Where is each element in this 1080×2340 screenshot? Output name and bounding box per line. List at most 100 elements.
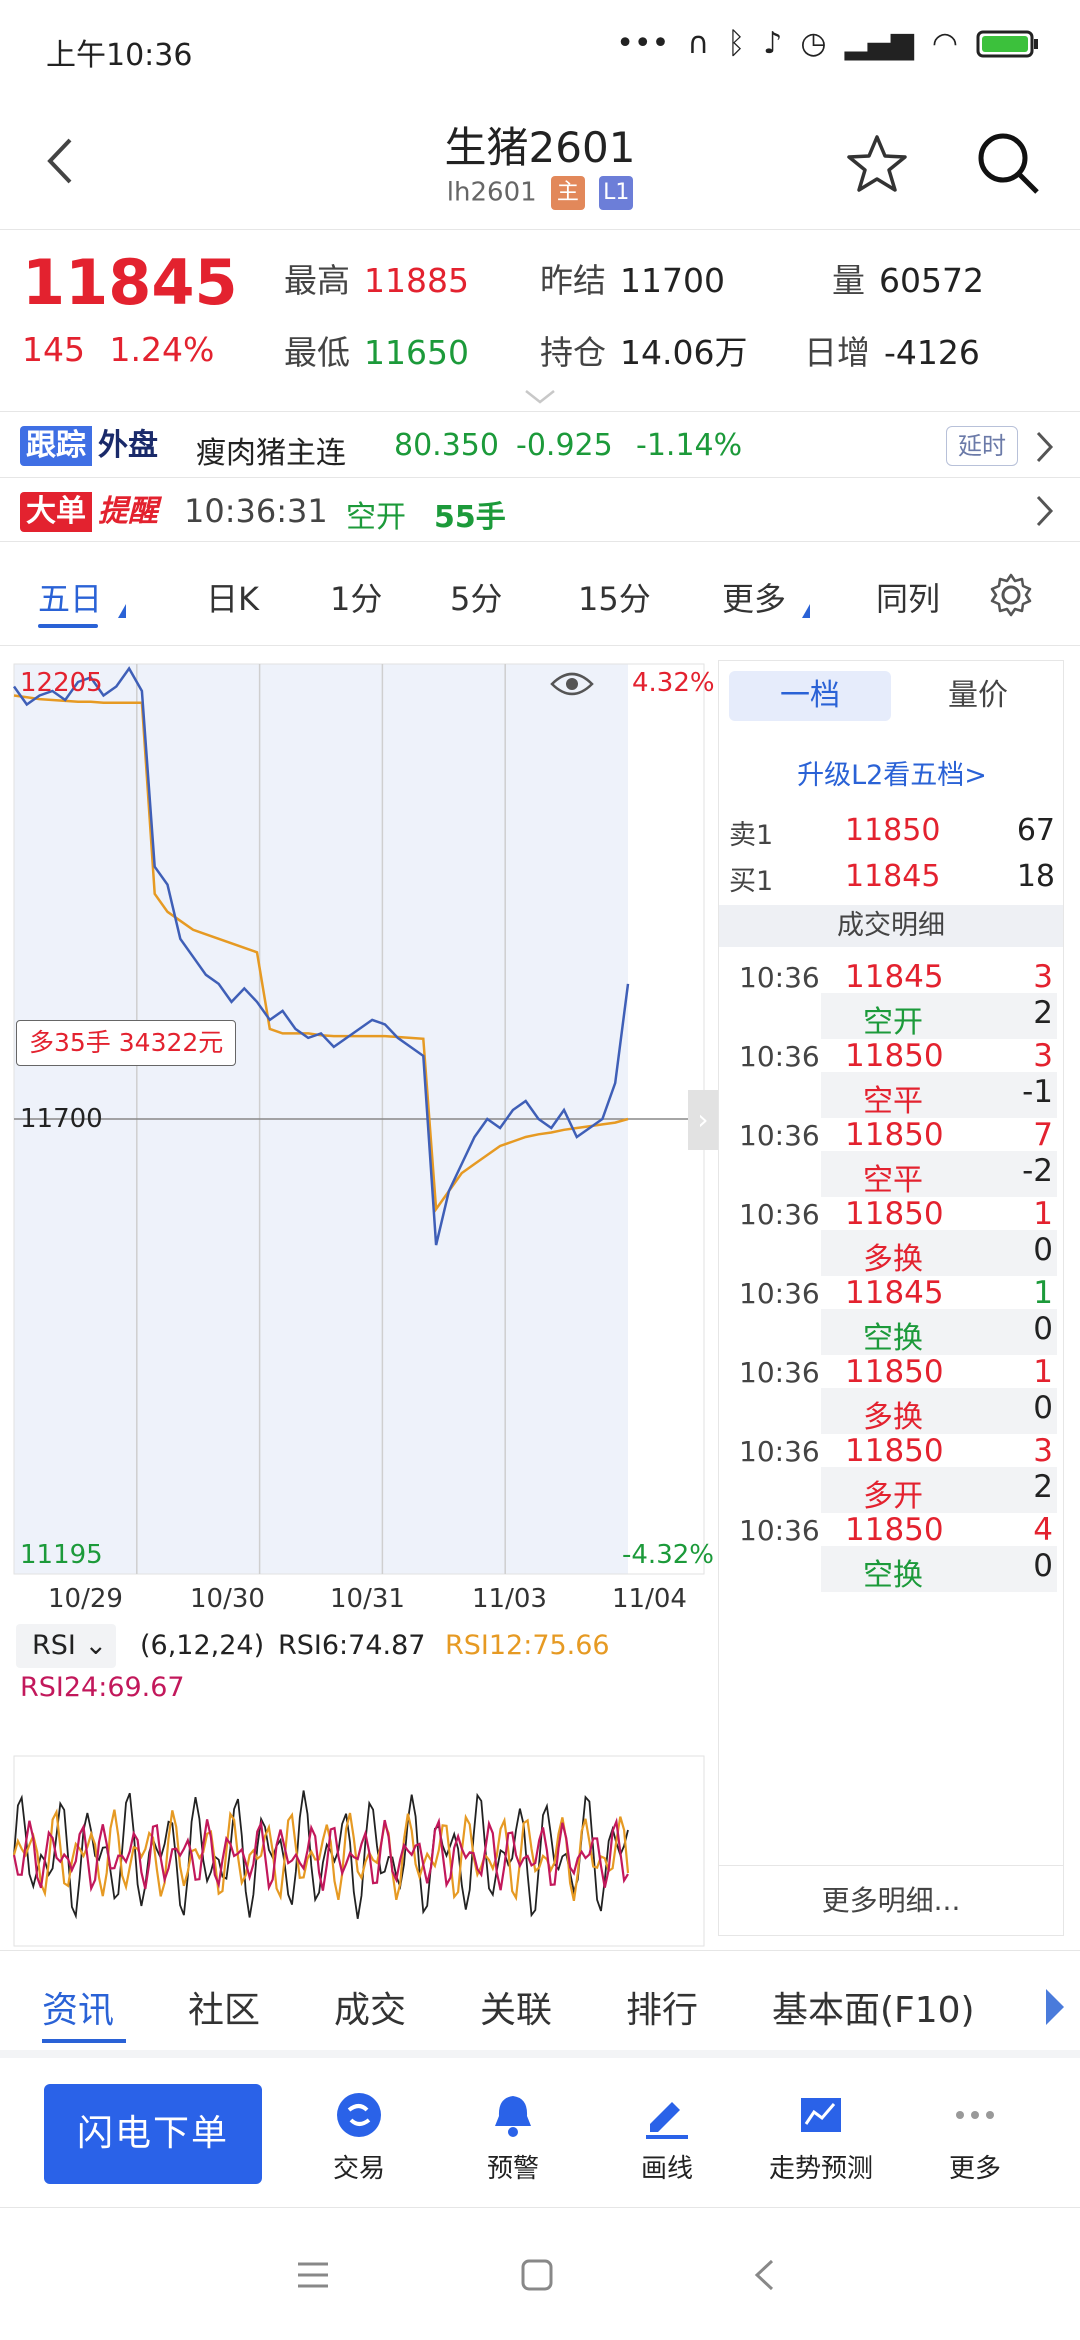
trade-type: 多开 — [863, 1479, 923, 1514]
tab-daily-k[interactable]: 日K — [206, 574, 259, 620]
x-date-label: 10/30 — [190, 1584, 265, 1614]
tab-more[interactable]: 更多 — [722, 574, 786, 620]
trade-oi-delta: 2 — [1033, 995, 1053, 1031]
prev-settle-label: 昨结 — [540, 261, 606, 300]
tab-news[interactable]: 资讯 — [42, 1981, 114, 2033]
trade-time: 10:36 — [739, 1356, 820, 1389]
rsi-params: (6,12,24) — [140, 1630, 265, 1661]
ticker-name: 瘦肉猪主连 — [196, 436, 346, 471]
forecast-button[interactable]: 走势预测 — [756, 2090, 886, 2185]
headphones-icon: ∩ — [687, 26, 710, 61]
search-button[interactable] — [975, 130, 1041, 196]
trade-oi-delta: 2 — [1033, 1469, 1053, 1505]
back-key-icon[interactable] — [752, 2258, 776, 2292]
page-title: 生猪2601 — [444, 123, 636, 172]
trade-type-bg — [821, 1546, 1057, 1592]
chevron-right-icon[interactable] — [1034, 430, 1054, 464]
ticker-change-percent: -1.14% — [636, 428, 743, 463]
y-axis-top: 12205 — [20, 668, 103, 698]
volume-value: 60572 — [879, 261, 984, 300]
eye-icon[interactable] — [550, 668, 594, 700]
indicator-name: RSI — [32, 1630, 76, 1661]
collapse-panel-button[interactable]: › — [688, 1090, 718, 1150]
upgrade-l2-link[interactable]: 升级L2看五档> — [719, 753, 1065, 792]
flash-order-button[interactable]: 闪电下单 — [44, 2084, 262, 2184]
tab-ranking[interactable]: 排行 — [626, 1981, 698, 2033]
tab-community[interactable]: 社区 — [188, 1981, 260, 2033]
tab-15min[interactable]: 15分 — [578, 574, 651, 620]
trade-label: 交易 — [332, 2154, 385, 2184]
menu-key-icon[interactable] — [296, 2260, 330, 2290]
trade-type: 多换 — [863, 1400, 923, 1435]
chevron-right-icon[interactable] — [1034, 494, 1054, 528]
level-tag: L1 — [599, 176, 634, 210]
trade-time: 10:36 — [739, 1514, 820, 1547]
active-tab-underline — [42, 2039, 126, 2043]
trade-volume: 1 — [1033, 1196, 1053, 1232]
tab-same-column[interactable]: 同列 — [876, 574, 940, 620]
trade-icon — [337, 2093, 381, 2137]
trade-time: 10:36 — [739, 1040, 820, 1073]
rsi-lines — [12, 1790, 630, 1920]
wifi-icon: ◠ — [931, 26, 958, 61]
intraday-five-day-chart[interactable] — [0, 660, 718, 1950]
alert-button[interactable]: 预警 — [448, 2090, 578, 2185]
trade-price: 11845 — [845, 1275, 944, 1311]
system-nav-bar — [0, 2210, 1080, 2340]
trade-oi-delta: -2 — [1022, 1153, 1053, 1189]
tab-volume-price[interactable]: 量价 — [897, 671, 1059, 721]
tab-related[interactable]: 关联 — [480, 1981, 552, 2033]
status-icons: ••• ∩ ᛒ ♪ ◷ ▂▄▆ ◠ — [616, 26, 1040, 61]
sell-row: 卖1 11850 67 — [719, 813, 1065, 859]
dropdown-triangle-icon — [802, 604, 810, 618]
order-book-panel: 一档 量价 升级L2看五档> 卖1 11850 67 买1 11845 18 成… — [718, 660, 1064, 1936]
x-date-label: 10/29 — [48, 1584, 123, 1614]
top-nav-bar: 生猪2601 lh2601 主 L1 — [0, 96, 1080, 230]
alarm-icon: ◷ — [800, 26, 827, 61]
status-bar: 上午10:36 ••• ∩ ᛒ ♪ ◷ ▂▄▆ ◠ — [0, 0, 1080, 96]
trade-price: 11850 — [845, 1354, 944, 1390]
tab-fundamentals[interactable]: 基本面(F10) — [772, 1981, 975, 2033]
more-details-link[interactable]: 更多明细... — [719, 1865, 1063, 1935]
draw-line-button[interactable]: 画线 — [602, 2090, 732, 2185]
quote-panel: 11845 145 1.24% 最高 11885 最低 11650 昨结 11700 … — [0, 232, 1080, 412]
trade-oi-delta: -1 — [1022, 1074, 1053, 1110]
pct-axis-top: 4.32% — [632, 668, 715, 698]
home-key-icon[interactable] — [520, 2258, 554, 2292]
favorite-star-button[interactable] — [845, 132, 909, 196]
trade-button[interactable]: 交易 — [294, 2090, 424, 2185]
trade-price: 11850 — [845, 1038, 944, 1074]
trade-type: 空开 — [863, 1005, 923, 1040]
trade-type: 空平 — [863, 1163, 923, 1198]
rsi6-value: RSI6:74.87 — [278, 1630, 426, 1661]
scroll-right-icon[interactable] — [1046, 1989, 1064, 2025]
low-value: 11650 — [364, 333, 469, 372]
position-tag[interactable]: 多35手 34322元 — [16, 1020, 237, 1066]
tab-five-day[interactable]: 五日 — [38, 574, 102, 620]
trade-volume: 7 — [1033, 1117, 1053, 1153]
trade-type: 空平 — [863, 1084, 923, 1119]
trade-type-bg — [821, 993, 1057, 1039]
tab-level-one[interactable]: 一档 — [729, 671, 891, 721]
more-button[interactable]: 更多 — [910, 2090, 1040, 2185]
draw-line-icon — [646, 2102, 688, 2139]
big-order-badge: 大单 提醒 — [20, 492, 164, 532]
tab-5min[interactable]: 5分 — [450, 574, 502, 620]
delayed-label: 延时 — [946, 426, 1018, 466]
daily-increase-label: 日增 — [804, 333, 870, 372]
indicator-dropdown[interactable]: RSI ⌄ — [16, 1624, 116, 1668]
expand-quote-chevron-icon[interactable] — [524, 388, 556, 406]
foreign-market-ticker[interactable]: 跟踪 外盘 瘦肉猪主连 80.350 -0.925 -1.14% 延时 — [0, 414, 1080, 478]
big-order-alert[interactable]: 大单 提醒 10:36:31 空开 55手 — [0, 480, 1080, 542]
rsi12-value: RSI12:75.66 — [445, 1630, 610, 1661]
buy-price: 11845 — [845, 859, 941, 894]
buy-label: 买1 — [729, 866, 774, 897]
tab-1min[interactable]: 1分 — [330, 574, 382, 620]
x-date-label: 11/04 — [612, 1584, 687, 1614]
alert-type: 空开 — [346, 500, 406, 535]
gear-icon[interactable] — [988, 572, 1034, 618]
more-label: 更多 — [948, 2154, 1001, 2184]
trade-oi-delta: 0 — [1033, 1311, 1053, 1347]
tab-trades[interactable]: 成交 — [334, 1981, 406, 2033]
change-value: 145 — [22, 330, 85, 369]
